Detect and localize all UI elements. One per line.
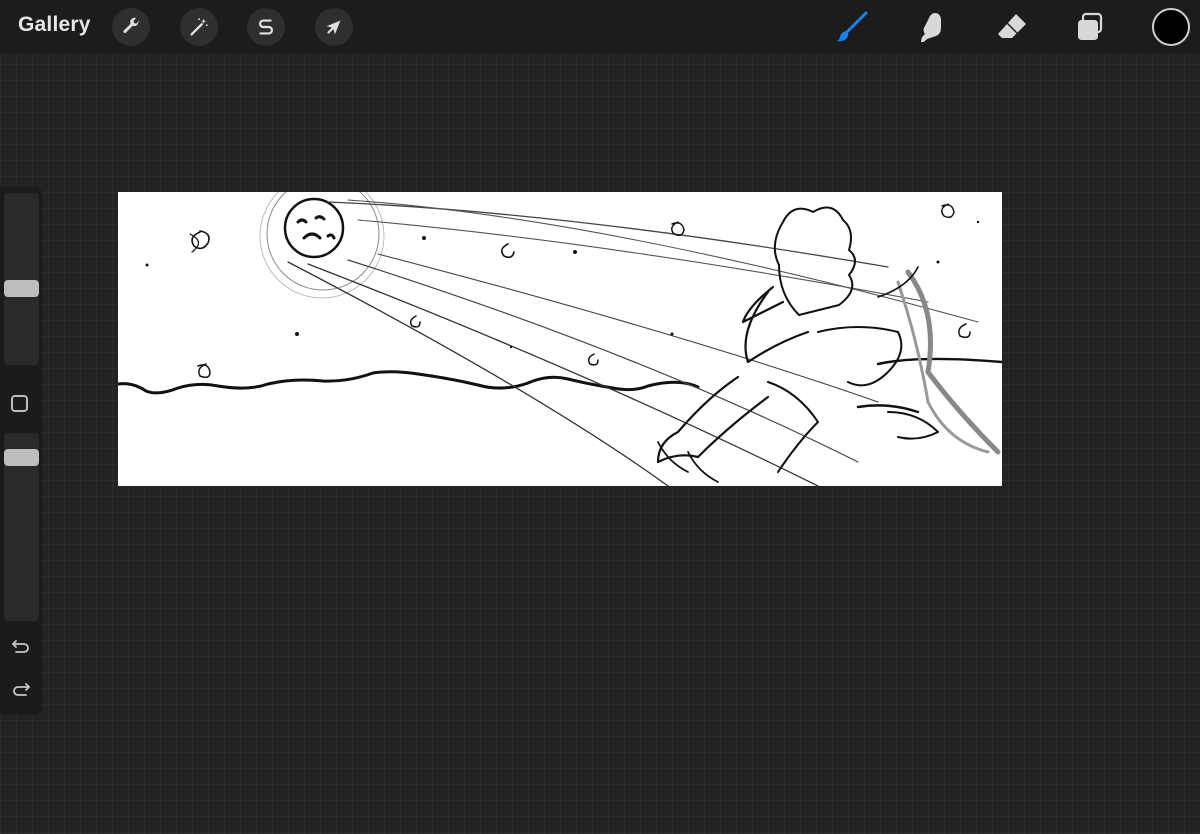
- undo-icon[interactable]: [10, 635, 32, 657]
- sidebar: [0, 187, 42, 715]
- smudge-tool-button[interactable]: [912, 8, 952, 46]
- brush-size-handle[interactable]: [4, 279, 39, 297]
- selection-s-icon: [259, 19, 273, 35]
- layers-button[interactable]: [1070, 8, 1110, 46]
- magic-wand-icon: [190, 18, 208, 36]
- actions-button[interactable]: [112, 8, 150, 46]
- selection-button[interactable]: [247, 8, 285, 46]
- sketch-artwork: [118, 192, 1002, 486]
- color-picker-button[interactable]: [1152, 8, 1190, 46]
- drawing-canvas[interactable]: [118, 192, 1002, 486]
- adjustments-button[interactable]: [180, 8, 218, 46]
- top-toolbar: Gallery: [0, 0, 1200, 54]
- brush-tool-button[interactable]: [832, 8, 872, 46]
- smudge-finger-icon: [921, 13, 941, 42]
- modify-button[interactable]: [11, 395, 28, 412]
- arrow-cursor-icon: [326, 20, 341, 35]
- wrench-icon: [123, 17, 140, 34]
- eraser-icon: [998, 14, 1026, 38]
- opacity-handle[interactable]: [4, 448, 39, 466]
- brush-icon: [837, 11, 868, 42]
- gallery-button[interactable]: Gallery: [18, 13, 91, 37]
- eraser-tool-button[interactable]: [992, 8, 1032, 46]
- redo-icon[interactable]: [10, 678, 32, 700]
- transform-button[interactable]: [315, 8, 353, 46]
- layers-icon: [1078, 12, 1103, 40]
